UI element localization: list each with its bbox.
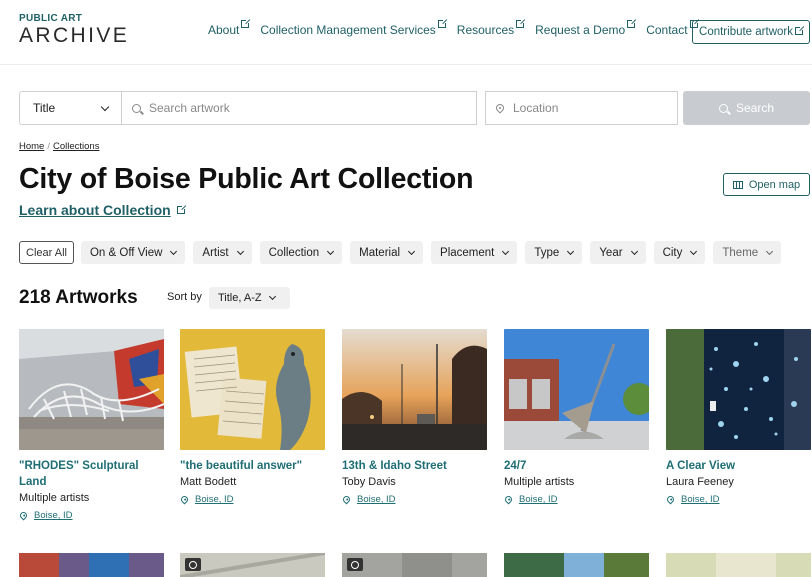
filter-collection[interactable]: Collection [259,241,343,264]
artwork-artist: Multiple artists [504,476,575,488]
sort-select[interactable]: Title, A-Z [209,287,290,309]
filter-theme[interactable]: Theme [713,241,782,264]
artwork-image[interactable] [504,553,649,577]
nav-resources[interactable]: Resources [457,18,527,37]
page: PUBLIC ART ARCHIVE About Collection Mana… [0,0,812,577]
artwork-artist: Matt Bodett [180,476,237,488]
artwork-image[interactable] [666,553,811,577]
location-pin-icon [18,510,29,521]
contribute-artwork-button[interactable]: Contribute artwork [692,20,810,44]
artwork-title[interactable]: 24/7 [504,458,649,474]
artwork-image[interactable] [504,329,649,450]
search-field-select[interactable]: Title [19,91,121,125]
breadcrumb-collections[interactable]: Collections [53,141,99,152]
search-icon [132,103,141,113]
artwork-card[interactable]: 13th & Idaho Street Toby Davis Boise, ID [341,329,487,505]
logo-bottom-text: ARCHIVE [19,24,130,47]
artwork-artist: Toby Davis [342,476,396,488]
learn-about-collection-link[interactable]: Learn about Collection [19,202,187,218]
location-pin-icon [494,102,506,114]
artwork-image[interactable] [666,329,811,450]
search-input[interactable]: Search artwork [121,91,477,125]
artwork-image[interactable] [19,329,164,450]
artwork-title[interactable]: "RHODES" Sculptural Land [19,458,164,490]
top-nav: About Collection Management Services Res… [208,18,709,37]
location-pin-icon [665,494,676,505]
location-pin-icon [503,494,514,505]
breadcrumb-home[interactable]: Home [19,141,44,152]
results-count: 218 Artworks [19,287,138,308]
artwork-card[interactable]: 24/7 Multiple artists Boise, ID [503,329,649,505]
chevron-down-icon [407,247,416,255]
sort-label: Sort by [167,291,202,303]
site-logo[interactable]: PUBLIC ART ARCHIVE [19,13,130,47]
external-link-icon [627,18,638,28]
search-icon [718,103,728,113]
artwork-card[interactable]: "RHODES" Sculptural Land Multiple artist… [18,329,164,521]
nav-about[interactable]: About [208,18,252,37]
artwork-title[interactable]: 13th & Idaho Street [342,458,487,474]
chevron-down-icon [268,292,276,301]
filter-on-off-view[interactable]: On & Off View [80,241,186,264]
filter-city[interactable]: City [653,241,706,264]
artwork-artist: Laura Feeney [666,476,734,488]
external-link-icon [241,18,252,28]
open-map-button[interactable]: Open map [723,173,810,196]
external-link-icon [794,24,805,35]
location-pin-icon [341,494,352,505]
artwork-title[interactable]: "the beautiful answer" [180,458,325,474]
artwork-artist: Multiple artists [19,492,90,504]
breadcrumb: Home / Collections [19,141,100,152]
hidden-view-icon [185,558,201,571]
artwork-title[interactable]: A Clear View [666,458,811,474]
map-icon [732,180,743,189]
chevron-down-icon [567,247,575,255]
artwork-image[interactable] [342,329,487,450]
external-link-icon [176,204,187,214]
chevron-down-icon [327,247,335,255]
header-divider [0,64,812,65]
artwork-location[interactable]: Boise, ID [341,494,487,505]
artwork-card[interactable]: "the beautiful answer" Matt Bodett Boise… [179,329,325,505]
chevron-down-icon [170,247,178,255]
artwork-image[interactable] [19,553,164,577]
filter-placement[interactable]: Placement [431,241,518,264]
artwork-location[interactable]: Boise, ID [665,494,811,505]
artwork-card[interactable]: A Clear View Laura Feeney Boise, ID [665,329,811,505]
artwork-location[interactable]: Boise, ID [18,510,164,521]
location-pin-icon [179,494,190,505]
chevron-down-icon [690,247,698,255]
external-link-icon [437,18,448,28]
nav-contact[interactable]: Contact [646,18,700,37]
search-button[interactable]: Search [683,91,810,125]
page-title: City of Boise Public Art Collection [19,163,474,195]
nav-collection-management[interactable]: Collection Management Services [260,18,448,37]
external-link-icon [516,18,527,28]
chevron-down-icon [236,247,244,255]
artwork-location[interactable]: Boise, ID [179,494,325,505]
filter-type[interactable]: Type [525,241,583,264]
chevron-down-icon [630,247,638,255]
artwork-image[interactable] [180,553,325,577]
chevron-down-icon [766,247,774,255]
logo-top-text: PUBLIC ART [19,13,83,24]
search-bar: Title Search artwork [19,91,477,125]
artwork-image[interactable] [342,553,487,577]
artwork-image[interactable] [180,329,325,450]
hidden-view-icon [347,558,363,571]
filter-bar: Clear All On & Off View Artist Collectio… [19,241,789,264]
filter-artist[interactable]: Artist [193,241,252,264]
chevron-down-icon [100,102,110,111]
chevron-down-icon [502,247,510,255]
artwork-location[interactable]: Boise, ID [503,494,649,505]
filter-year[interactable]: Year [590,241,646,264]
nav-request-demo[interactable]: Request a Demo [535,18,638,37]
location-input[interactable]: Location [485,91,678,125]
clear-all-button[interactable]: Clear All [19,241,74,264]
filter-material[interactable]: Material [350,241,424,264]
